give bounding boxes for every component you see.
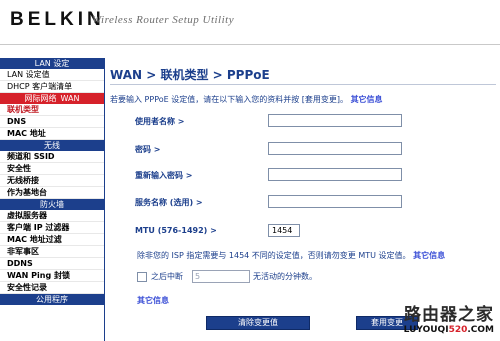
intro-text-body: 若要输入 PPPoE 设定值，请在以下输入您的资料并按 [套用变更]。: [110, 95, 349, 104]
sidebar-item-ip-filters[interactable]: 客户端 IP 过滤器: [0, 222, 104, 234]
watermark-url-post: .COM: [467, 325, 494, 335]
sidebar-section-wireless: 无线: [0, 140, 104, 151]
more-info-link[interactable]: 其它信息: [351, 95, 383, 104]
page-title: WAN > 联机类型 > PPPoE: [110, 68, 270, 82]
idle-minutes-field[interactable]: 5: [192, 270, 250, 283]
main-content: WAN > 联机类型 > PPPoE 若要输入 PPPoE 设定值，请在以下输入…: [110, 58, 496, 341]
sidebar-item-lan-settings[interactable]: LAN 设定值: [0, 69, 104, 81]
service-name-field[interactable]: [268, 195, 402, 208]
intro-text: 若要输入 PPPoE 设定值，请在以下输入您的资料并按 [套用变更]。 其它信息: [110, 94, 383, 105]
retype-password-label: 重新输入密码 >: [135, 171, 193, 180]
service-name-label: 服务名称 (选用) >: [135, 198, 203, 207]
password-label: 密码 >: [135, 145, 161, 154]
sidebar-item-virtual-servers[interactable]: 虚拟服务器: [0, 210, 104, 222]
title-divider: [110, 84, 496, 85]
sidebar-item-channel-ssid[interactable]: 频道和 SSID: [0, 151, 104, 163]
sidebar-section-utilities: 公用程序: [0, 294, 104, 305]
watermark-url-accent: 520: [448, 325, 468, 335]
sidebar-item-dmz[interactable]: 非军事区: [0, 246, 104, 258]
sidebar-item-connection-type[interactable]: 联机类型: [0, 104, 104, 116]
sidebar-item-mac-address[interactable]: MAC 地址: [0, 128, 104, 140]
sidebar-item-access-point[interactable]: 作为基地台: [0, 187, 104, 199]
site-watermark: 路由器之家 LUYOUQI520.COM: [404, 300, 494, 335]
sidebar-divider: [104, 58, 105, 341]
mtu-field[interactable]: [268, 224, 300, 237]
sidebar-section-firewall: 防火墙: [0, 199, 104, 210]
sidebar-item-wireless-bridge[interactable]: 无线桥接: [0, 175, 104, 187]
username-field[interactable]: [268, 114, 402, 127]
sidebar-item-dhcp-client-list[interactable]: DHCP 客户端清单: [0, 81, 104, 93]
sidebar-item-ddns[interactable]: DDNS: [0, 258, 104, 270]
watermark-url-pre: LUYOUQI: [403, 325, 449, 335]
sidebar: LAN 设定 LAN 设定值 DHCP 客户端清单 网际网络 WAN 联机类型 D…: [0, 58, 104, 341]
mtu-note: 除非您的 ISP 指定需要与 1454 不同的设定值，否则请勿变更 MTU 设定…: [137, 250, 445, 261]
idle-disconnect-suffix: 无活动的分钟数。: [253, 272, 317, 281]
password-field[interactable]: [268, 142, 402, 155]
watermark-title: 路由器之家: [404, 305, 494, 325]
idle-disconnect-checkbox[interactable]: [137, 272, 147, 282]
clear-changes-button[interactable]: 清除变更值: [206, 316, 310, 330]
mtu-more-info-link[interactable]: 其它信息: [413, 251, 445, 260]
mtu-note-text: 除非您的 ISP 指定需要与 1454 不同的设定值，否则请勿变更 MTU 设定…: [137, 251, 411, 260]
header-tagline: Wireless Router Setup Utility: [92, 14, 235, 26]
more-info-bottom-link[interactable]: 其它信息: [137, 295, 169, 306]
sidebar-section-wan: 网际网络 WAN: [0, 93, 104, 104]
sidebar-item-wan-ping-blocking[interactable]: WAN Ping 封锁: [0, 270, 104, 282]
header-divider: [0, 44, 500, 45]
sidebar-section-lan: LAN 设定: [0, 58, 104, 69]
watermark-url: LUYOUQI520.COM: [404, 325, 494, 335]
sidebar-item-dns[interactable]: DNS: [0, 116, 104, 128]
sidebar-section-wan-label: 网际网络: [24, 94, 57, 103]
sidebar-item-security-log[interactable]: 安全性记录: [0, 282, 104, 294]
username-label: 使用者名称 >: [135, 117, 185, 126]
sidebar-section-wan-suffix: WAN: [60, 94, 80, 103]
sidebar-item-mac-filtering[interactable]: MAC 地址过滤: [0, 234, 104, 246]
header: BELKIN Wireless Router Setup Utility: [0, 0, 500, 44]
mtu-label: MTU (576-1492) >: [135, 226, 217, 235]
sidebar-item-wireless-security[interactable]: 安全性: [0, 163, 104, 175]
belkin-logo: BELKIN: [10, 9, 105, 30]
retype-password-field[interactable]: [268, 168, 402, 181]
idle-disconnect-prefix: 之后中断: [151, 272, 183, 281]
